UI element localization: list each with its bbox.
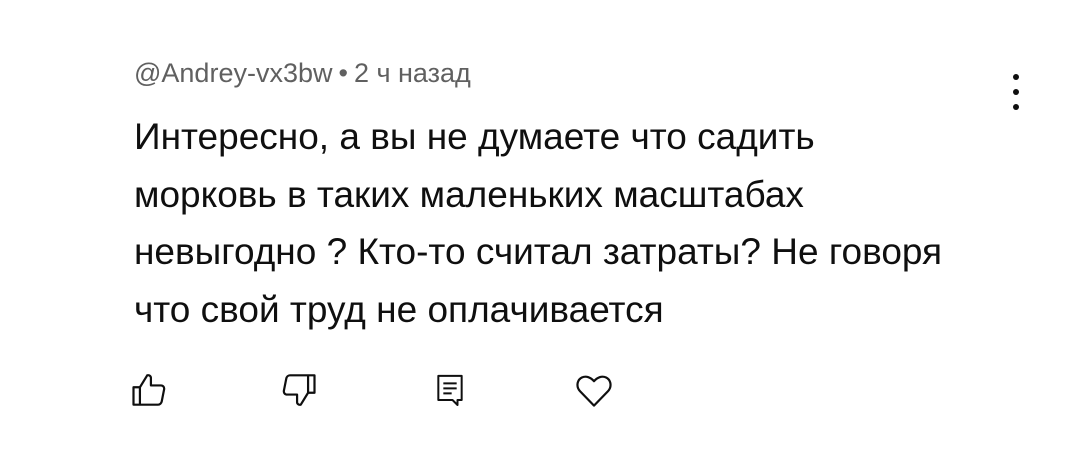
reply-icon	[437, 374, 463, 406]
reply-button[interactable]	[422, 362, 478, 418]
more-vertical-icon	[1013, 74, 1019, 80]
comment-timestamp: 2 ч назад	[353, 58, 471, 88]
heart-button[interactable]	[566, 362, 622, 418]
heart-icon	[576, 375, 612, 407]
more-vertical-icon-dot	[1013, 89, 1019, 95]
thumb-down-icon	[282, 374, 316, 406]
comment-card: @Andrey-vx3bw • 2 ч назад Интересно, а вы …	[0, 0, 1080, 465]
thumb-up-icon	[132, 374, 166, 406]
dislike-button[interactable]	[270, 362, 326, 418]
author-handle[interactable]: @Andrey-vx3bw	[134, 58, 332, 88]
meta-separator: •	[338, 58, 348, 88]
comment-text: Интересно, а вы не думаете что садить мо…	[134, 116, 943, 330]
comment-meta: @Andrey-vx3bw • 2 ч назад	[134, 58, 471, 89]
like-button[interactable]	[122, 362, 178, 418]
